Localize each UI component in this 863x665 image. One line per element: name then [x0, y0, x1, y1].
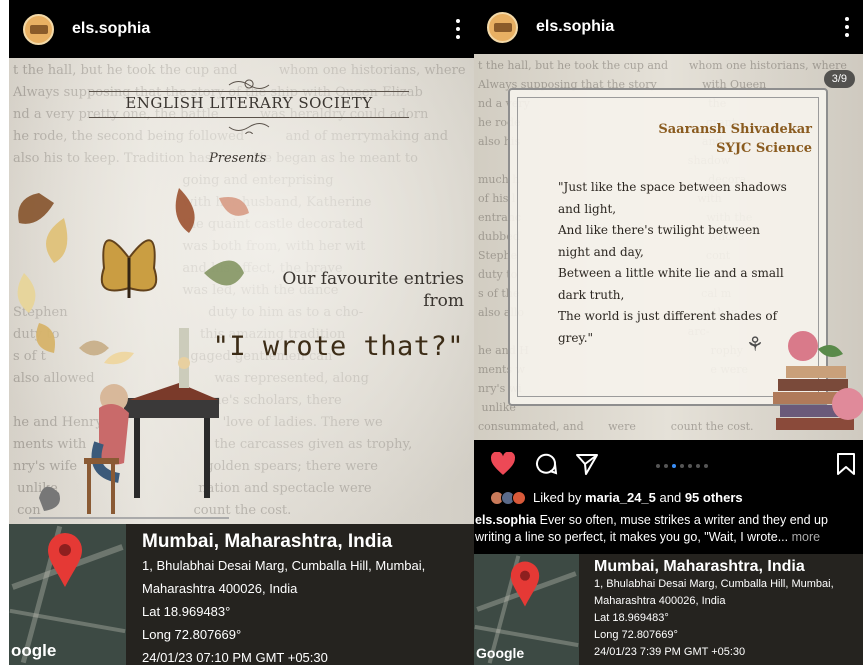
location-timestamp: 24/01/23 07:10 PM GMT +05:30	[142, 650, 328, 665]
location-card: Google Mumbai, Maharashtra, India 1, Bhu…	[474, 554, 863, 665]
avatar[interactable]	[23, 13, 54, 45]
location-lat: Lat 18.969483°	[594, 612, 669, 624]
google-logo: Google	[476, 645, 525, 661]
map-thumbnail[interactable]: Google	[474, 554, 579, 665]
post-image[interactable]: t the hall, but he took the cup and whom…	[9, 58, 474, 524]
send-icon[interactable]	[575, 452, 599, 476]
flourish-top-icon	[228, 79, 270, 89]
comment-icon[interactable]	[534, 452, 558, 476]
post-right: els.sophia t the hall, but he took the c…	[474, 0, 863, 665]
username[interactable]: els.sophia	[536, 18, 614, 36]
more-vertical-icon[interactable]	[456, 19, 460, 39]
location-address-1: 1, Bhulabhai Desai Marg, Cumballa Hill, …	[594, 578, 834, 590]
map-pin-icon	[510, 561, 540, 607]
quote-author: Saaransh Shivadekar SYJC Science	[658, 122, 812, 156]
favourite-entries-text: Our favourite entries from	[282, 269, 464, 311]
avatar[interactable]	[487, 11, 518, 43]
carousel-counter: 3/9	[823, 70, 855, 88]
heart-icon[interactable]	[490, 452, 516, 476]
flourish-bottom-icon	[228, 123, 270, 134]
dragonfly-icon: ⚘	[746, 334, 764, 356]
map-thumbnail[interactable]: oogle	[9, 524, 126, 665]
username[interactable]: els.sophia	[72, 20, 150, 38]
location-card: oogle Mumbai, Maharashtra, India 1, Bhul…	[9, 524, 474, 665]
location-title: Mumbai, Maharashtra, India	[594, 558, 805, 575]
location-timestamp: 24/01/23 7:39 PM GMT +05:30	[594, 646, 746, 658]
books-and-roses-illustration-icon	[773, 331, 863, 430]
post-caption: els.sophia Ever so often, muse strikes a…	[475, 513, 828, 544]
google-logo: oogle	[11, 641, 57, 660]
location-lat: Lat 18.969483°	[142, 604, 231, 619]
post-image[interactable]: t the hall, but he took the cup and whom…	[474, 54, 863, 440]
i-wrote-that-title: "I wrote that?"	[212, 331, 464, 362]
post-left: els.sophia t the hall, but he took the c…	[9, 0, 474, 665]
post-header: els.sophia	[9, 0, 474, 58]
bookmark-icon[interactable]	[836, 452, 856, 476]
location-long: Long 72.807669°	[142, 627, 242, 642]
more-vertical-icon[interactable]	[845, 17, 849, 37]
likes-row[interactable]: Liked by maria_24_5 and 95 others	[490, 490, 743, 505]
post-header: els.sophia	[474, 0, 863, 54]
location-long: Long 72.807669°	[594, 629, 678, 641]
post-actions	[474, 440, 863, 490]
location-title: Mumbai, Maharashtra, India	[142, 531, 393, 552]
map-pin-icon	[48, 533, 82, 587]
location-address-2: Maharashtra 400026, India	[594, 595, 726, 607]
presents-text: Presents	[209, 151, 267, 166]
writer-at-desk-illustration-icon	[29, 328, 229, 519]
society-title: ENGLISH LITERARY SOCIETY	[125, 94, 373, 112]
location-address-1: 1, Bhulabhai Desai Marg, Cumballa Hill, …	[142, 558, 426, 573]
location-address-2: Maharashtra 400026, India	[142, 581, 298, 596]
caption-more-link[interactable]: more	[788, 530, 820, 544]
carousel-dots	[656, 464, 708, 468]
